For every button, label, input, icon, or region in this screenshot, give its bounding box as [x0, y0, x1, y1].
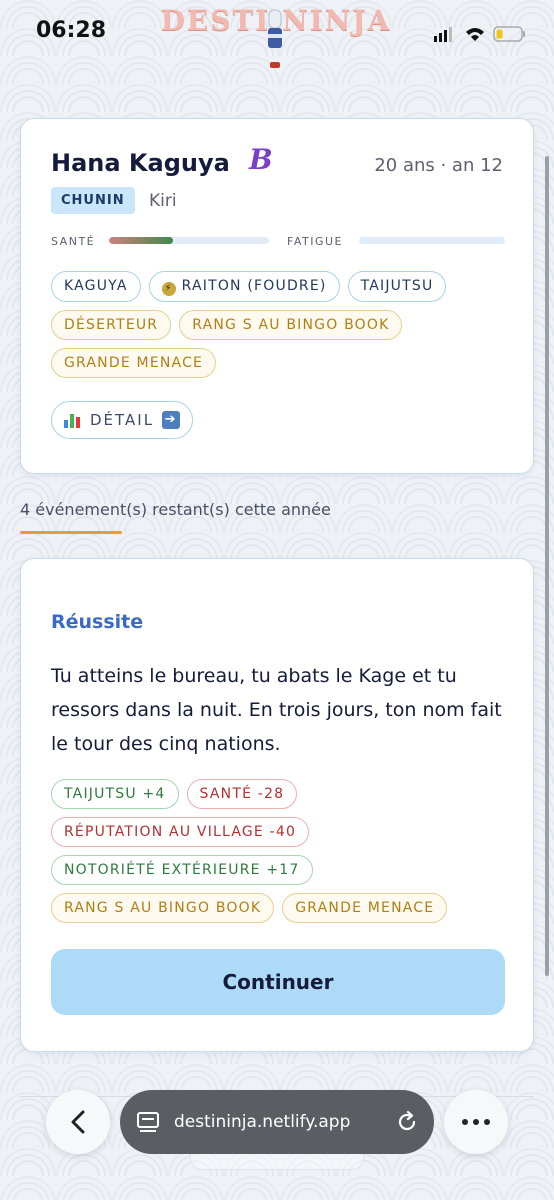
- status-bar: 06:28 DESTI NINJA: [0, 0, 554, 68]
- bar-chart-icon: [64, 412, 82, 428]
- tag-label: RAITON (FOUDRE): [181, 278, 327, 294]
- tag-chip: NOTORIÉTÉ EXTÉRIEURE +17: [51, 855, 313, 885]
- character-tags: KAGUYA ⚡ RAITON (FOUDRE) TAIJUTSU DÉSERTEUR R…: [51, 271, 511, 378]
- age-year: 20 ans · an 12: [374, 155, 503, 176]
- outcome-narrative: Tu atteins le bureau, tu abats le Kage e…: [51, 665, 502, 755]
- events-remaining: 4 événement(s) restant(s) cette année: [20, 500, 331, 519]
- tag-label: RANG S AU BINGO BOOK: [192, 317, 390, 333]
- fatigue-bar: [359, 237, 505, 244]
- tag-chip: RANG S AU BINGO BOOK: [179, 310, 403, 340]
- dot: [473, 1119, 479, 1125]
- fatigue-label: FATIGUE: [287, 235, 343, 248]
- tag-label: KAGUYA: [64, 278, 128, 294]
- village-name: Kiri: [149, 191, 177, 211]
- reload-icon[interactable]: [396, 1111, 418, 1133]
- lightning-icon: ⚡: [161, 282, 176, 296]
- address-bar[interactable]: destininja.netlify.app: [120, 1090, 434, 1154]
- dot: [484, 1119, 490, 1125]
- tag-chip: ⚡ RAITON (FOUDRE): [148, 271, 340, 302]
- tag-label: RANG S AU BINGO BOOK: [64, 900, 262, 916]
- continue-button[interactable]: Continuer: [51, 949, 505, 1015]
- character-card: Hana Kaguya B 20 ans · an 12 CHUNIN Kiri…: [20, 118, 534, 474]
- chevron-left-icon: [71, 1110, 85, 1134]
- outcome-effects: TAIJUTSU +4 SANTÉ -28 RÉPUTATION AU VILLAG…: [51, 779, 511, 923]
- clock: 06:28: [36, 18, 107, 43]
- grade-badge: B: [249, 143, 273, 176]
- tag-chip: RÉPUTATION AU VILLAGE -40: [51, 817, 310, 847]
- more-options-button[interactable]: [444, 1090, 508, 1154]
- app-logo[interactable]: DESTI NINJA: [156, 2, 396, 72]
- tag-label: TAIJUTSU: [360, 278, 434, 294]
- outcome-title: Réussite: [51, 611, 144, 633]
- health-label: SANTÉ: [51, 235, 96, 248]
- tag-label: RÉPUTATION AU VILLAGE -40: [64, 824, 297, 840]
- tag-label: NOTORIÉTÉ EXTÉRIEURE +17: [64, 862, 300, 878]
- page-settings-icon[interactable]: [136, 1111, 160, 1133]
- ninja-figure-icon: [268, 9, 282, 68]
- tag-chip: GRANDE MENACE: [51, 348, 217, 378]
- status-icons: [434, 26, 525, 42]
- event-outcome-card: Réussite Tu atteins le bureau, tu abats …: [20, 558, 534, 1052]
- health-bar: [109, 237, 269, 244]
- detail-button[interactable]: DÉTAIL ➔: [51, 401, 194, 439]
- events-progress-underline: [20, 531, 122, 534]
- scrollbar[interactable]: [545, 156, 549, 976]
- health-bar-fill: [109, 237, 173, 244]
- wifi-icon: [466, 28, 484, 41]
- dot: [462, 1119, 468, 1125]
- tag-chip: KAGUYA: [51, 271, 141, 302]
- tag-chip: TAIJUTSU: [347, 271, 447, 302]
- tag-chip: TAIJUTSU +4: [51, 779, 179, 809]
- tag-chip: RANG S AU BINGO BOOK: [51, 893, 275, 923]
- detail-label: DÉTAIL: [90, 411, 155, 429]
- tag-label: SANTÉ -28: [199, 786, 285, 802]
- tag-chip: DÉSERTEUR: [51, 310, 172, 340]
- tag-chip: GRANDE MENACE: [282, 893, 448, 923]
- tag-label: GRANDE MENACE: [295, 900, 435, 916]
- arrow-right-icon: ➔: [162, 411, 181, 429]
- back-button[interactable]: [46, 1090, 110, 1154]
- tag-label: DÉSERTEUR: [64, 317, 159, 333]
- tag-label: GRANDE MENACE: [64, 355, 204, 371]
- rank-badge: CHUNIN: [51, 187, 135, 214]
- character-name: Hana Kaguya: [51, 149, 230, 177]
- tag-label: TAIJUTSU +4: [64, 786, 166, 802]
- signal-icon: [434, 36, 437, 42]
- tag-chip: SANTÉ -28: [186, 779, 298, 809]
- url-text: destininja.netlify.app: [174, 1112, 351, 1132]
